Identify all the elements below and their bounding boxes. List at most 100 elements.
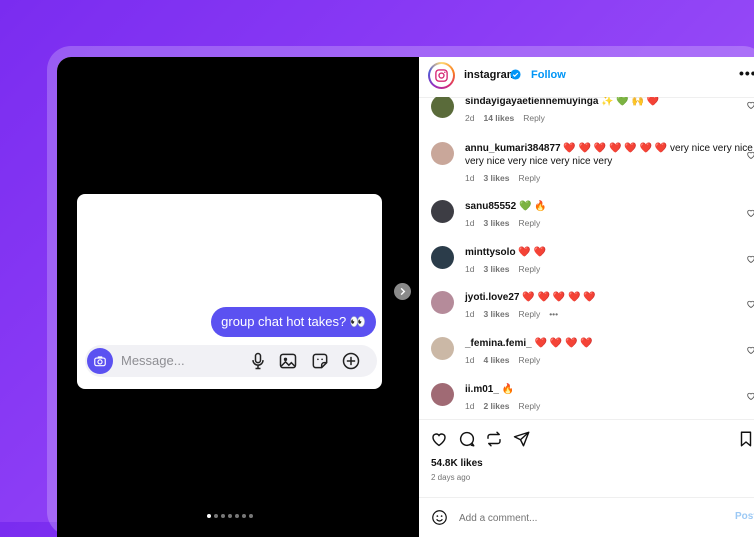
chevron-right-icon (400, 287, 406, 296)
post-actions (419, 419, 754, 455)
comment-meta: 2d 14 likes Reply (465, 113, 554, 123)
message-composer: Message... (85, 345, 377, 377)
follow-button[interactable]: Follow (531, 69, 566, 81)
commenter-avatar[interactable] (431, 291, 454, 314)
comment-text: sindayigayaetiennemuyinga ✨ 💚 🙌 ❤️ (465, 97, 754, 108)
comment-likes[interactable]: 4 likes (483, 355, 509, 365)
comment-text: ii.m01_ 🔥 (465, 383, 754, 396)
bookmark-icon[interactable] (737, 430, 754, 448)
comment-more-button[interactable]: ••• (549, 309, 558, 319)
comment-time: 1d (465, 309, 475, 319)
comment-icon[interactable] (458, 430, 476, 448)
sticker-icon (312, 353, 328, 369)
commenter-avatar[interactable] (431, 337, 454, 360)
carousel-dots (207, 514, 253, 518)
comment-time: 1d (465, 173, 475, 183)
comment-time: 1d (465, 401, 475, 411)
reply-button[interactable]: Reply (518, 355, 540, 365)
post-comment-button[interactable]: Post (735, 511, 754, 522)
instagram-avatar[interactable] (428, 62, 455, 89)
post-time-ago: 2 days ago (431, 473, 471, 482)
share-icon[interactable] (513, 430, 531, 448)
comment-time: 1d (465, 355, 475, 365)
carousel-dot (235, 514, 239, 518)
comment-username[interactable]: _femina.femi_ (465, 338, 532, 349)
image-icon (279, 353, 297, 369)
carousel-dot (249, 514, 253, 518)
chat-bubble: group chat hot takes? 👀 (211, 307, 376, 337)
comment-meta: 1d 3 likes Reply ••• (465, 309, 567, 319)
comment-text: minttysolo ❤️ ❤️ (465, 246, 754, 259)
commenter-avatar[interactable] (431, 383, 454, 406)
comment-meta: 1d 3 likes Reply (465, 264, 549, 274)
comment-like-heart-icon[interactable] (746, 345, 754, 355)
plus-circle-icon (342, 352, 360, 370)
carousel-dot (214, 514, 218, 518)
comment-likes[interactable]: 2 likes (483, 401, 509, 411)
comment-content: 💚 🔥 (518, 201, 547, 212)
comment-like-heart-icon[interactable] (746, 208, 754, 218)
message-placeholder: Message... (121, 353, 185, 368)
post-header: instagram Follow ••• (419, 57, 754, 98)
post-media[interactable]: group chat hot takes? 👀 Message... (57, 57, 419, 537)
comment-username[interactable]: ii.m01_ (465, 384, 499, 395)
comment-like-heart-icon[interactable] (746, 254, 754, 264)
comment-like-heart-icon[interactable] (746, 391, 754, 401)
comment-time: 2d (465, 113, 475, 123)
next-media-button[interactable] (394, 283, 411, 300)
reply-button[interactable]: Reply (523, 113, 545, 123)
comment-username[interactable]: sindayigayaetiennemuyinga (465, 97, 598, 107)
comment-username[interactable]: annu_kumari384877 (465, 143, 561, 154)
comment-content: ✨ 💚 🙌 ❤️ (601, 97, 660, 107)
commenter-avatar[interactable] (431, 142, 454, 165)
comments-list: sindayigayaetiennemuyinga ✨ 💚 🙌 ❤️ 2d 14 l… (419, 97, 754, 419)
comment-time: 1d (465, 218, 475, 228)
verified-badge-icon (510, 69, 521, 80)
reply-button[interactable]: Reply (518, 401, 540, 411)
carousel-dot (207, 514, 211, 518)
repost-icon[interactable] (485, 430, 503, 448)
comment-likes[interactable]: 14 likes (483, 113, 514, 123)
comment-text: jyoti.love27 ❤️ ❤️ ❤️ ❤️ ❤️ (465, 291, 754, 304)
add-comment-bar: Post (419, 497, 754, 537)
comment-username[interactable]: minttysolo (465, 247, 516, 258)
commenter-avatar[interactable] (431, 200, 454, 223)
more-options-button[interactable]: ••• (739, 65, 754, 81)
likes-count[interactable]: 54.8K likes (431, 458, 483, 469)
comment-time: 1d (465, 264, 475, 274)
comment-meta: 1d 4 likes Reply (465, 355, 549, 365)
commenter-avatar[interactable] (431, 97, 454, 118)
emoji-icon[interactable] (431, 509, 448, 526)
reply-button[interactable]: Reply (518, 264, 540, 274)
heart-icon[interactable] (430, 430, 448, 448)
comment-meta: 1d 2 likes Reply (465, 401, 549, 411)
instagram-post-window: group chat hot takes? 👀 Message... insta… (57, 57, 754, 537)
comment-like-heart-icon[interactable] (746, 299, 754, 309)
microphone-icon (252, 352, 264, 370)
comment-like-heart-icon[interactable] (746, 150, 754, 160)
reply-button[interactable]: Reply (518, 309, 540, 319)
chat-preview-card: group chat hot takes? 👀 Message... (77, 194, 382, 389)
carousel-dot (228, 514, 232, 518)
comment-content: ❤️ ❤️ (518, 247, 547, 258)
comment-username[interactable]: sanu85552 (465, 201, 516, 212)
comment-likes[interactable]: 3 likes (483, 173, 509, 183)
camera-icon (87, 348, 113, 374)
post-author-username[interactable]: instagram (464, 69, 517, 81)
carousel-dot (221, 514, 225, 518)
comment-like-heart-icon[interactable] (746, 100, 754, 110)
reply-button[interactable]: Reply (518, 173, 540, 183)
comment-text: annu_kumari384877 ❤️ ❤️ ❤️ ❤️ ❤️ ❤️ ❤️ v… (465, 142, 754, 168)
comment-meta: 1d 3 likes Reply (465, 218, 549, 228)
comment-likes[interactable]: 3 likes (483, 218, 509, 228)
comment-likes[interactable]: 3 likes (483, 264, 509, 274)
reply-button[interactable]: Reply (518, 218, 540, 228)
comment-content: ❤️ ❤️ ❤️ ❤️ (534, 338, 593, 349)
comment-likes[interactable]: 3 likes (483, 309, 509, 319)
comment-meta: 1d 3 likes Reply (465, 173, 549, 183)
add-comment-input[interactable] (457, 508, 711, 528)
comment-text: _femina.femi_ ❤️ ❤️ ❤️ ❤️ (465, 337, 754, 350)
comment-username[interactable]: jyoti.love27 (465, 292, 519, 303)
commenter-avatar[interactable] (431, 246, 454, 269)
comment-text: sanu85552 💚 🔥 (465, 200, 754, 213)
